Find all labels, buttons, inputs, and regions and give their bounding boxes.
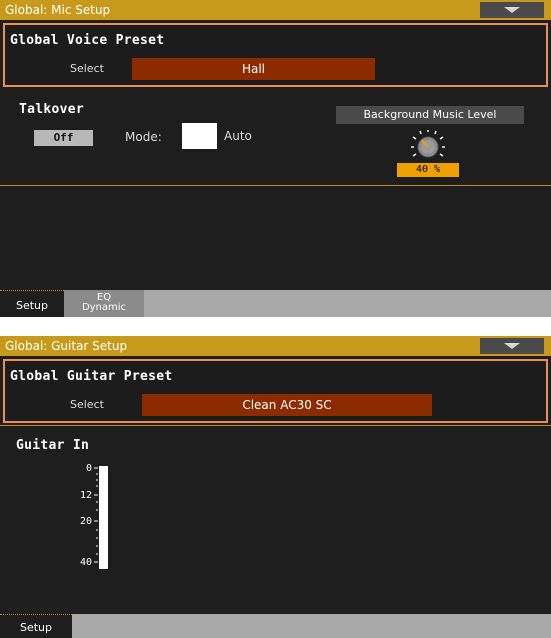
meter-label: 12 (79, 490, 92, 501)
guitar-in-title: Guitar In (16, 438, 90, 453)
window-title: Global: Guitar Setup (5, 339, 128, 353)
chevron-down-icon (504, 7, 520, 13)
guitar-in-level-meter (99, 466, 108, 569)
meter-ticks (94, 467, 98, 563)
talkover-title: Talkover (19, 102, 85, 117)
mode-checkbox[interactable] (182, 123, 217, 149)
voice-preset-title: Global Voice Preset (10, 33, 165, 48)
background-music-level-knob[interactable] (410, 130, 446, 162)
guitar-setup-panel: Global: Guitar Setup Global Guitar Prese… (0, 336, 551, 638)
mode-value: Auto (224, 129, 252, 143)
page-menu-button[interactable] (480, 2, 544, 18)
select-label: Select (70, 398, 104, 411)
select-label: Select (70, 62, 104, 75)
page-menu-button[interactable] (480, 338, 544, 354)
voice-preset-select[interactable]: Hall (132, 58, 375, 80)
meter-label: 20 (79, 516, 92, 527)
background-music-level-label: Background Music Level (336, 106, 524, 124)
tab-setup-label: Setup (19, 621, 53, 634)
section-divider (0, 185, 551, 186)
tab-bar: Setup EQ Dynamic (0, 290, 551, 317)
guitar-preset-select[interactable]: Clean AC30 SC (142, 394, 432, 416)
guitar-preset-title: Global Guitar Preset (10, 369, 173, 384)
tab-setup[interactable]: Setup (0, 290, 64, 317)
window-title-bar: Global: Guitar Setup (0, 336, 551, 356)
mode-label: Mode: (125, 130, 162, 144)
window-title-bar: Global: Mic Setup (0, 0, 551, 20)
tab-setup-label: Setup (15, 299, 49, 312)
window-title: Global: Mic Setup (5, 3, 111, 17)
tab-bar: Setup (0, 614, 551, 638)
meter-label: 40 (79, 557, 92, 568)
tab-eq-dynamic[interactable]: EQ Dynamic (64, 290, 144, 317)
knob-icon (411, 130, 445, 158)
tab-setup[interactable]: Setup (0, 614, 72, 638)
chevron-down-icon (504, 343, 520, 349)
meter-label: 0 (85, 463, 92, 474)
background-music-level-value: 40 % (397, 163, 459, 177)
section-divider (0, 425, 551, 426)
talkover-toggle-button[interactable]: Off (34, 130, 93, 146)
tab-dynamic-label: Dynamic (81, 302, 127, 313)
mic-setup-panel: Global: Mic Setup Global Voice Preset Se… (0, 0, 551, 317)
